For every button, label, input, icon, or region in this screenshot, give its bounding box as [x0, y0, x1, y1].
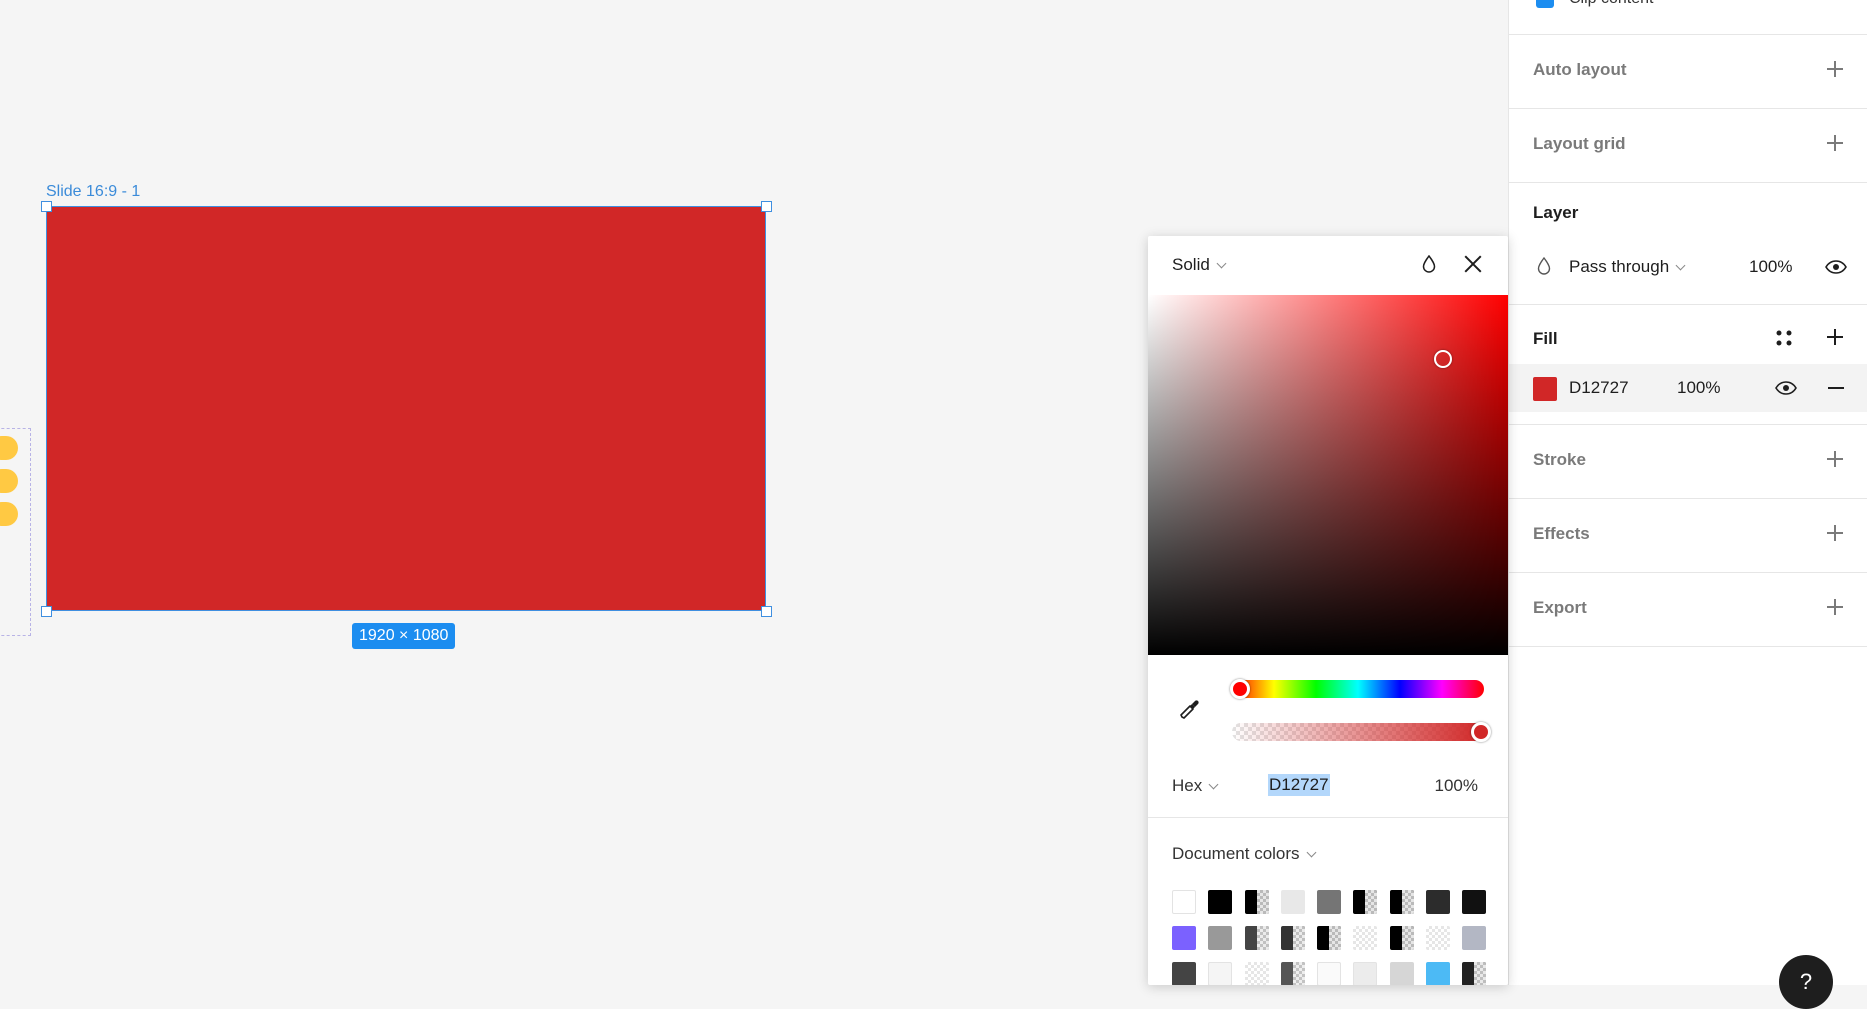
picker-opacity-input[interactable]: 100% [1435, 776, 1478, 796]
resize-handle-top-left[interactable] [41, 201, 52, 212]
color-picker-popover: Solid Hex D12727 100% Document colors [1148, 236, 1508, 985]
blend-mode-value: Pass through [1569, 257, 1670, 276]
color-swatch[interactable] [1172, 926, 1196, 950]
add-layout-grid-button[interactable] [1821, 129, 1849, 157]
export-section: Export [1509, 573, 1867, 647]
add-auto-layout-button[interactable] [1821, 55, 1849, 83]
color-swatch[interactable] [1389, 890, 1414, 914]
auto-layout-section: Auto layout [1509, 35, 1867, 109]
eye-icon[interactable] [1825, 260, 1847, 274]
color-mode-select[interactable]: Hex [1172, 776, 1219, 796]
fill-type-select[interactable]: Solid [1172, 255, 1227, 275]
eyedropper-icon[interactable] [1178, 697, 1202, 721]
saturation-brightness-area[interactable] [1148, 295, 1508, 655]
color-library-select[interactable]: Document colors [1172, 844, 1317, 864]
section-title-layout-grid: Layout grid [1533, 134, 1626, 153]
chevron-down-icon [1675, 260, 1686, 271]
color-swatch[interactable] [1462, 926, 1487, 950]
section-title-auto-layout: Auto layout [1533, 60, 1627, 79]
help-button[interactable]: ? [1779, 955, 1833, 1009]
clip-content-row: Clip content [1509, 0, 1867, 35]
chevron-down-icon [1306, 847, 1317, 858]
chevron-down-icon [1208, 779, 1219, 790]
color-swatch[interactable] [1353, 926, 1378, 950]
document-color-swatches [1172, 890, 1487, 985]
color-swatch[interactable] [1280, 890, 1305, 914]
color-swatch[interactable] [1244, 962, 1269, 985]
add-stroke-button[interactable] [1821, 445, 1849, 473]
hue-slider[interactable] [1232, 680, 1484, 698]
color-swatch[interactable] [1353, 962, 1378, 985]
color-swatch[interactable] [1172, 890, 1196, 914]
blend-mode-icon [1537, 257, 1551, 275]
close-icon[interactable] [1462, 253, 1484, 275]
fill-type-value: Solid [1172, 255, 1210, 274]
section-title-export: Export [1533, 598, 1587, 617]
size-badge: 1920 × 1080 [352, 623, 456, 649]
remove-fill-button[interactable] [1822, 374, 1850, 402]
fill-hex-value[interactable]: D12727 [1569, 378, 1629, 398]
color-swatch[interactable] [1280, 962, 1305, 985]
color-swatch[interactable] [1462, 962, 1487, 985]
divider [1148, 817, 1508, 818]
blend-drop-icon[interactable] [1422, 255, 1436, 273]
resize-handle-bottom-right[interactable] [761, 606, 772, 617]
fill-row[interactable]: D12727 100% [1509, 364, 1867, 412]
color-swatch[interactable] [1317, 890, 1342, 914]
clip-content-label: Clip content [1569, 0, 1654, 8]
section-title-fill: Fill [1533, 329, 1558, 348]
clip-content-checkbox[interactable] [1536, 0, 1554, 8]
eye-icon[interactable] [1775, 381, 1797, 395]
layout-grid-section: Layout grid [1509, 109, 1867, 183]
chevron-down-icon [1216, 258, 1227, 269]
frame-label[interactable]: Slide 16:9 - 1 [46, 183, 140, 201]
color-swatch[interactable] [1426, 890, 1451, 914]
color-mode-value: Hex [1172, 776, 1203, 795]
color-swatch[interactable] [1172, 962, 1196, 985]
fill-opacity-value[interactable]: 100% [1677, 378, 1720, 398]
color-swatch[interactable] [1353, 890, 1378, 914]
properties-panel: Clip content Auto layout Layout grid Lay… [1508, 0, 1867, 985]
color-swatch[interactable] [1244, 890, 1269, 914]
color-library-value: Document colors [1172, 844, 1300, 863]
color-swatch[interactable] [1244, 926, 1269, 950]
opacity-slider[interactable] [1232, 723, 1484, 741]
picker-header: Solid [1148, 236, 1508, 295]
hue-slider-knob[interactable] [1230, 679, 1250, 699]
hex-input[interactable]: D12727 [1268, 774, 1330, 796]
color-swatch[interactable] [1208, 926, 1233, 950]
color-swatch[interactable] [1317, 926, 1342, 950]
stroke-section: Stroke [1509, 425, 1867, 499]
resize-handle-bottom-left[interactable] [41, 606, 52, 617]
color-value-row: Hex D12727 100% [1148, 771, 1508, 801]
color-swatch[interactable] [1389, 926, 1414, 950]
color-swatch[interactable] [1208, 962, 1233, 985]
section-title-stroke: Stroke [1533, 450, 1586, 469]
color-swatch[interactable] [1208, 890, 1233, 914]
styles-grid-icon[interactable] [1775, 329, 1793, 347]
color-swatch[interactable] [1462, 890, 1487, 914]
add-effect-button[interactable] [1821, 519, 1849, 547]
blend-mode-select[interactable]: Pass through [1569, 257, 1686, 277]
color-swatch[interactable] [1389, 962, 1414, 985]
resize-handle-top-right[interactable] [761, 201, 772, 212]
selected-frame[interactable] [46, 206, 766, 611]
fill-section: Fill D12727 100% [1509, 305, 1867, 425]
color-swatch[interactable] [1280, 926, 1305, 950]
color-swatch[interactable] [1426, 926, 1451, 950]
add-fill-button[interactable] [1821, 323, 1849, 351]
color-swatch[interactable] [1426, 962, 1451, 985]
saturation-knob[interactable] [1434, 350, 1452, 368]
fill-color-swatch[interactable] [1533, 377, 1557, 401]
color-swatch[interactable] [1317, 962, 1342, 985]
opacity-slider-knob[interactable] [1471, 722, 1491, 742]
effects-section: Effects [1509, 499, 1867, 573]
add-export-button[interactable] [1821, 593, 1849, 621]
section-title-effects: Effects [1533, 524, 1590, 543]
layer-section: Layer Pass through 100% [1509, 183, 1867, 305]
layer-opacity-input[interactable]: 100% [1749, 257, 1792, 277]
section-title-layer: Layer [1533, 203, 1579, 222]
